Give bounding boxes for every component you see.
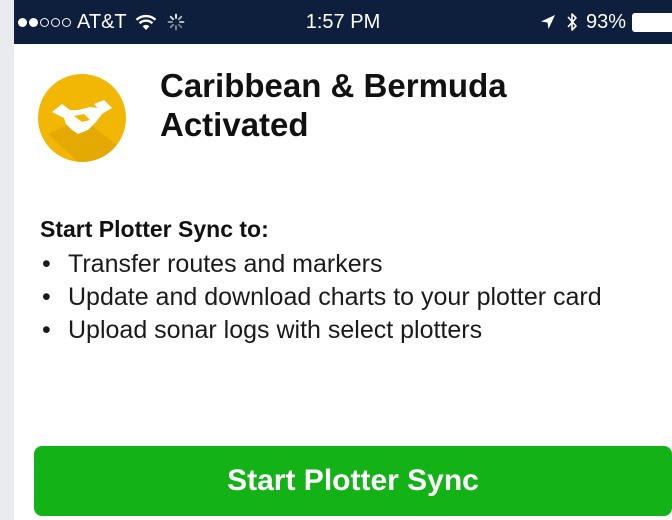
battery-icon	[632, 12, 672, 32]
list-item-text: Upload sonar logs with select plotters	[68, 316, 483, 344]
activation-header: Caribbean & Bermuda Activated	[14, 44, 672, 174]
page-title: Caribbean & Bermuda Activated	[160, 66, 640, 144]
sync-info: Start Plotter Sync to: • Transfer routes …	[40, 214, 660, 347]
bluetooth-icon	[567, 13, 577, 31]
handshake-icon	[38, 74, 126, 162]
battery-percent: 93%	[585, 10, 626, 33]
page-title-line2: Activated	[160, 106, 309, 143]
page-title-line1: Caribbean & Bermuda	[160, 67, 507, 104]
location-arrow-icon	[540, 15, 555, 29]
list-item-text: Transfer routes and markers	[68, 250, 383, 278]
list-item: • Update and download charts to your plot…	[42, 283, 602, 311]
app-screen: AT&T 1:57 PM 93% Caribbean & Bermuda Act…	[14, 0, 672, 520]
sync-intro: Start Plotter Sync to:	[40, 216, 269, 242]
feature-list: • Transfer routes and markers • Update and…	[40, 248, 660, 347]
list-item: • Transfer routes and markers	[42, 250, 383, 278]
list-item: • Upload sonar logs with select plotters	[42, 316, 483, 344]
status-right: 93%	[540, 0, 672, 44]
status-bar: AT&T 1:57 PM 93%	[14, 0, 672, 44]
start-plotter-sync-button[interactable]: Start Plotter Sync	[34, 446, 672, 516]
list-item-text: Update and download charts to your plott…	[68, 283, 602, 311]
